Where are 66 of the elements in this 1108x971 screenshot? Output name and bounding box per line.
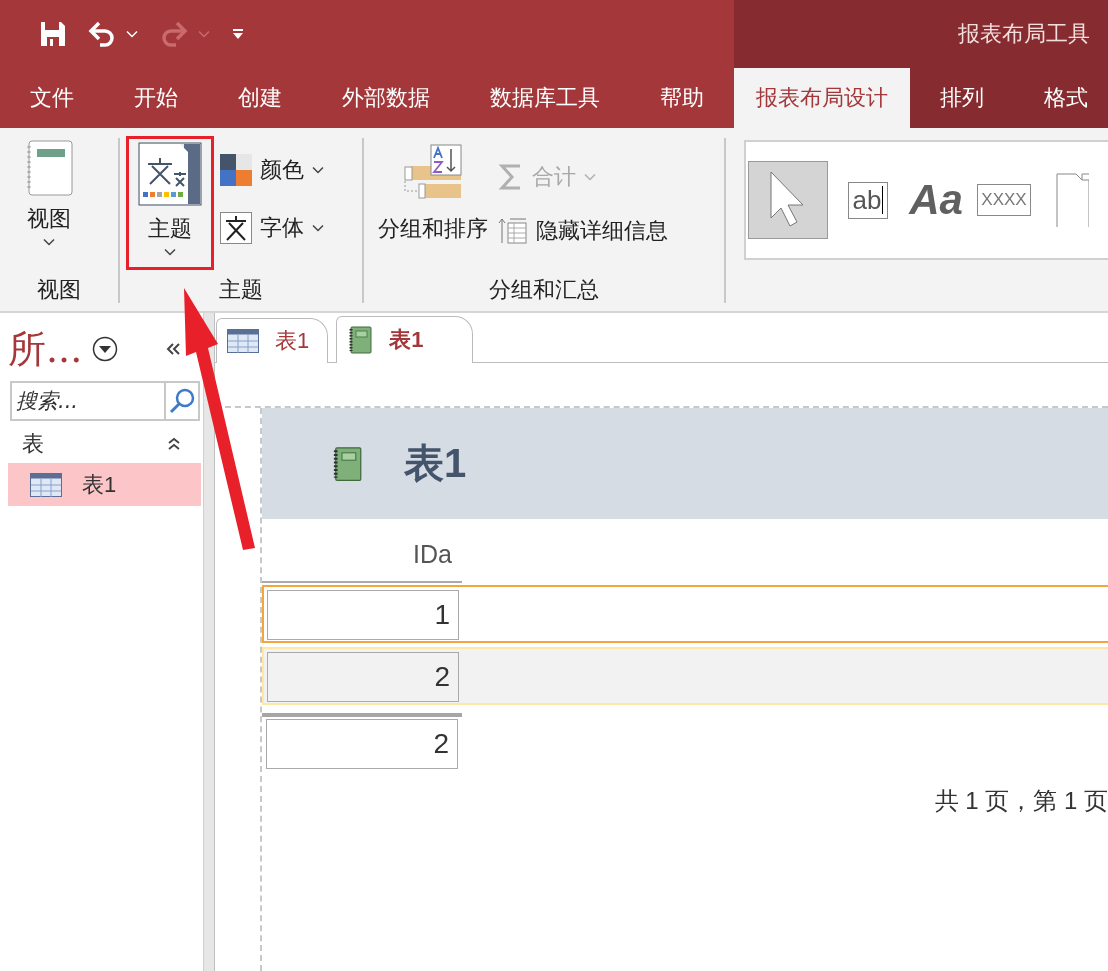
color-palette-icon: [220, 154, 252, 186]
ribbon-tab[interactable]: 外部数据: [312, 68, 460, 128]
search-field[interactable]: 搜索...: [10, 381, 200, 421]
details-list-icon: [498, 217, 528, 245]
font-icon: [220, 212, 252, 244]
ribbon-tab[interactable]: 文件: [0, 68, 104, 128]
group-title: 分组和汇总: [488, 277, 600, 303]
redo-icon: [160, 21, 188, 47]
ribbon-tab[interactable]: 报表布局设计: [734, 68, 910, 128]
ribbon-tab[interactable]: 帮助: [630, 68, 734, 128]
tab-control-icon: [1055, 172, 1089, 228]
context-title: 报表布局工具: [958, 20, 1090, 48]
customize-menu-icon: [232, 28, 244, 40]
ribbon-tab[interactable]: 创建: [208, 68, 312, 128]
ribbon-tab[interactable]: 数据库工具: [460, 68, 630, 128]
colors-button[interactable]: 颜色: [220, 154, 324, 186]
nav-item[interactable]: 表1: [8, 463, 202, 506]
table-cell: 2: [267, 652, 459, 702]
chevron-down-icon: [584, 173, 596, 181]
chevron-down-icon: [312, 166, 324, 174]
table-cell: 1: [267, 590, 459, 640]
save-icon: [40, 21, 66, 47]
page-footer: 共 1 页，第 1 页: [934, 787, 1108, 814]
collapse-icon: [167, 437, 182, 451]
label-control-button[interactable]: Aa: [908, 161, 964, 239]
fonts-button[interactable]: 字体: [220, 212, 324, 244]
chevron-down-icon: [126, 30, 138, 38]
chevron-down-icon: [43, 238, 55, 246]
document-tab[interactable]: 表1: [216, 318, 329, 363]
save-button[interactable]: [38, 19, 68, 49]
report-icon: [347, 326, 374, 354]
group-sort-icon: [403, 144, 463, 202]
theme-icon: [138, 142, 202, 206]
hide-details-button[interactable]: 隐藏详细信息: [498, 216, 668, 246]
select-control-button[interactable]: [748, 161, 828, 239]
report-row[interactable]: 1: [262, 585, 1108, 643]
label-icon: Aa: [909, 176, 963, 224]
search-icon[interactable]: [168, 387, 196, 415]
button-control-icon: XXXX: [977, 184, 1031, 216]
textbox-control-button[interactable]: ab: [840, 161, 896, 239]
nav-pane-title: 所...: [8, 325, 83, 373]
table-icon: [30, 472, 62, 497]
group-title: 视图: [36, 277, 82, 303]
dropdown-circle-icon[interactable]: [92, 336, 119, 362]
chevron-down-icon: [164, 248, 176, 256]
report-icon: [332, 445, 362, 482]
chevron-down-icon: [198, 30, 210, 38]
total-cell: 2: [266, 719, 458, 769]
undo-icon: [88, 21, 116, 47]
text-box-icon: ab: [847, 181, 889, 219]
document-tab[interactable]: 表1: [336, 316, 473, 363]
column-header: IDa: [262, 519, 462, 583]
report-view-icon: [25, 140, 73, 196]
group-title: 主题: [218, 277, 264, 303]
table-icon: [227, 329, 259, 353]
report-title: 表1: [404, 440, 467, 487]
button-control-button[interactable]: XXXX: [976, 161, 1032, 239]
ribbon-tab[interactable]: 开始: [104, 68, 208, 128]
view-button[interactable]: 视图: [10, 138, 88, 248]
nav-group-header[interactable]: 表: [8, 421, 202, 463]
collapse-pane-icon[interactable]: [165, 342, 182, 356]
report-row[interactable]: 2: [262, 647, 1108, 705]
chevron-down-icon: [312, 224, 324, 232]
undo-button[interactable]: [86, 19, 140, 49]
theme-button[interactable]: 主题: [126, 136, 214, 270]
group-sort-button[interactable]: 分组和排序: [374, 138, 492, 246]
